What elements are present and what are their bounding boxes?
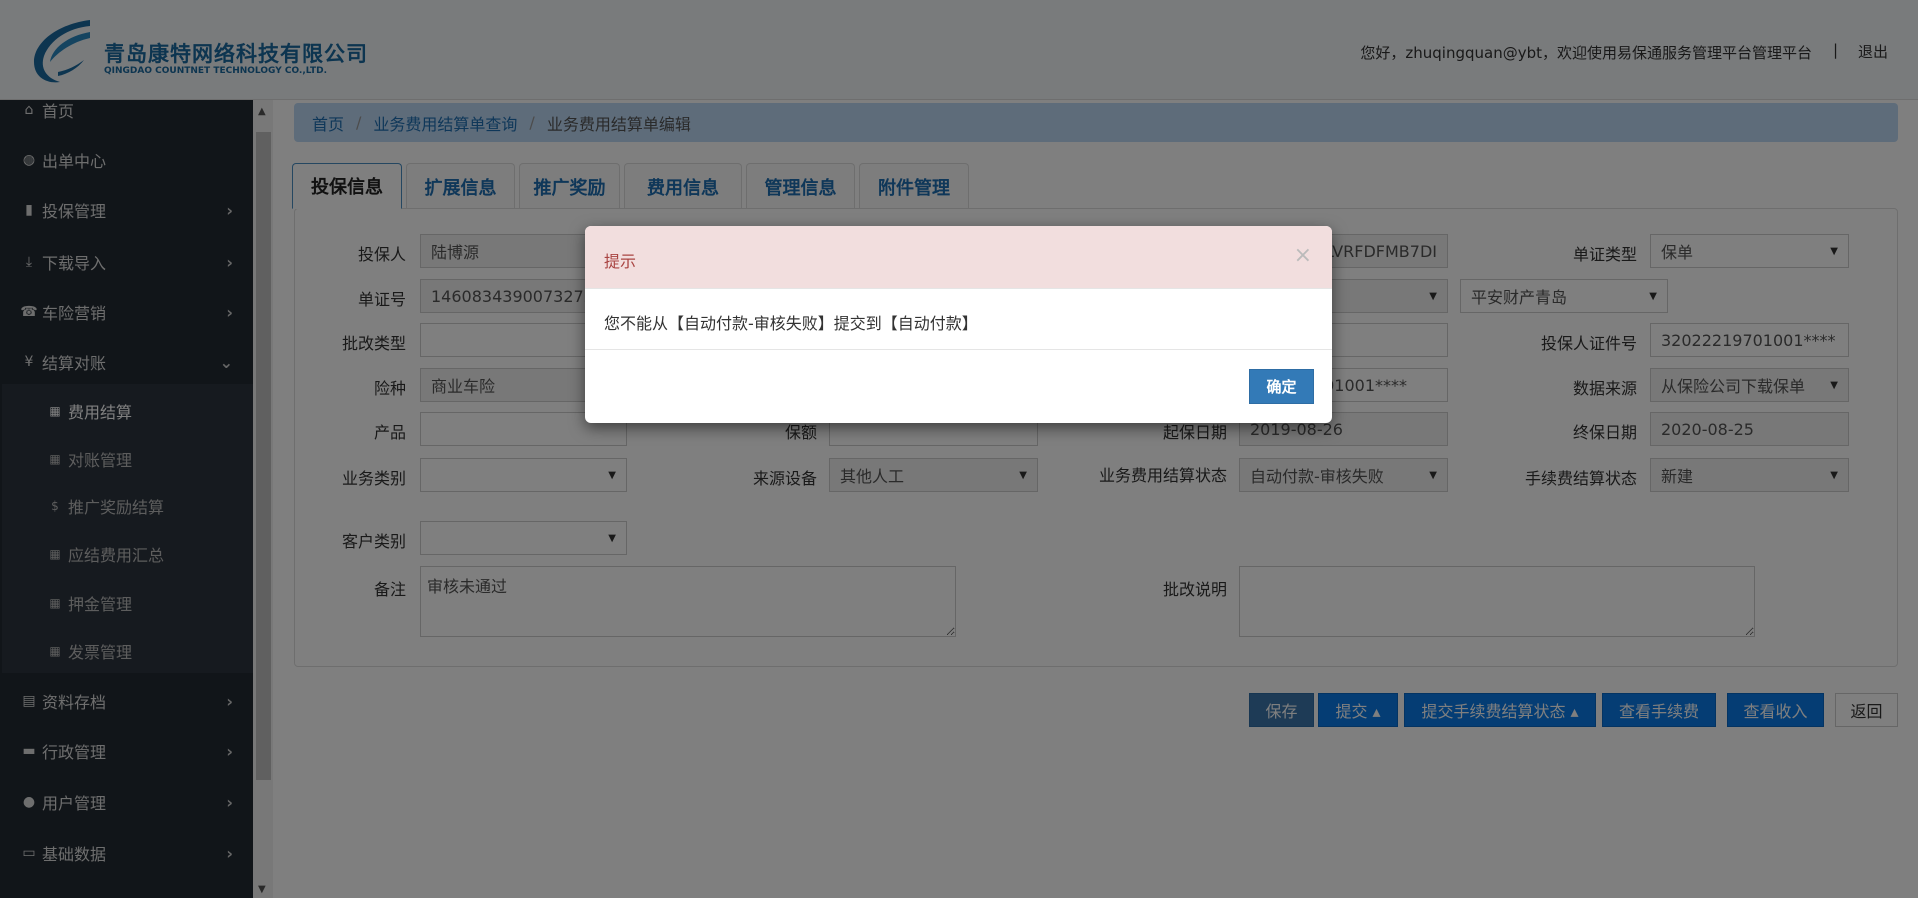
confirm-button[interactable]: 确定 [1249,369,1314,404]
modal-title: 提示 [604,252,637,271]
modal-message: 您不能从【自动付款-审核失败】提交到【自动付款】 [604,314,978,333]
modal-backdrop[interactable] [0,0,1918,898]
modal-divider [585,349,1332,350]
modal-header [585,226,1332,289]
alert-modal: 提示 × 您不能从【自动付款-审核失败】提交到【自动付款】 确定 [585,226,1332,423]
close-icon[interactable]: × [1294,243,1312,268]
